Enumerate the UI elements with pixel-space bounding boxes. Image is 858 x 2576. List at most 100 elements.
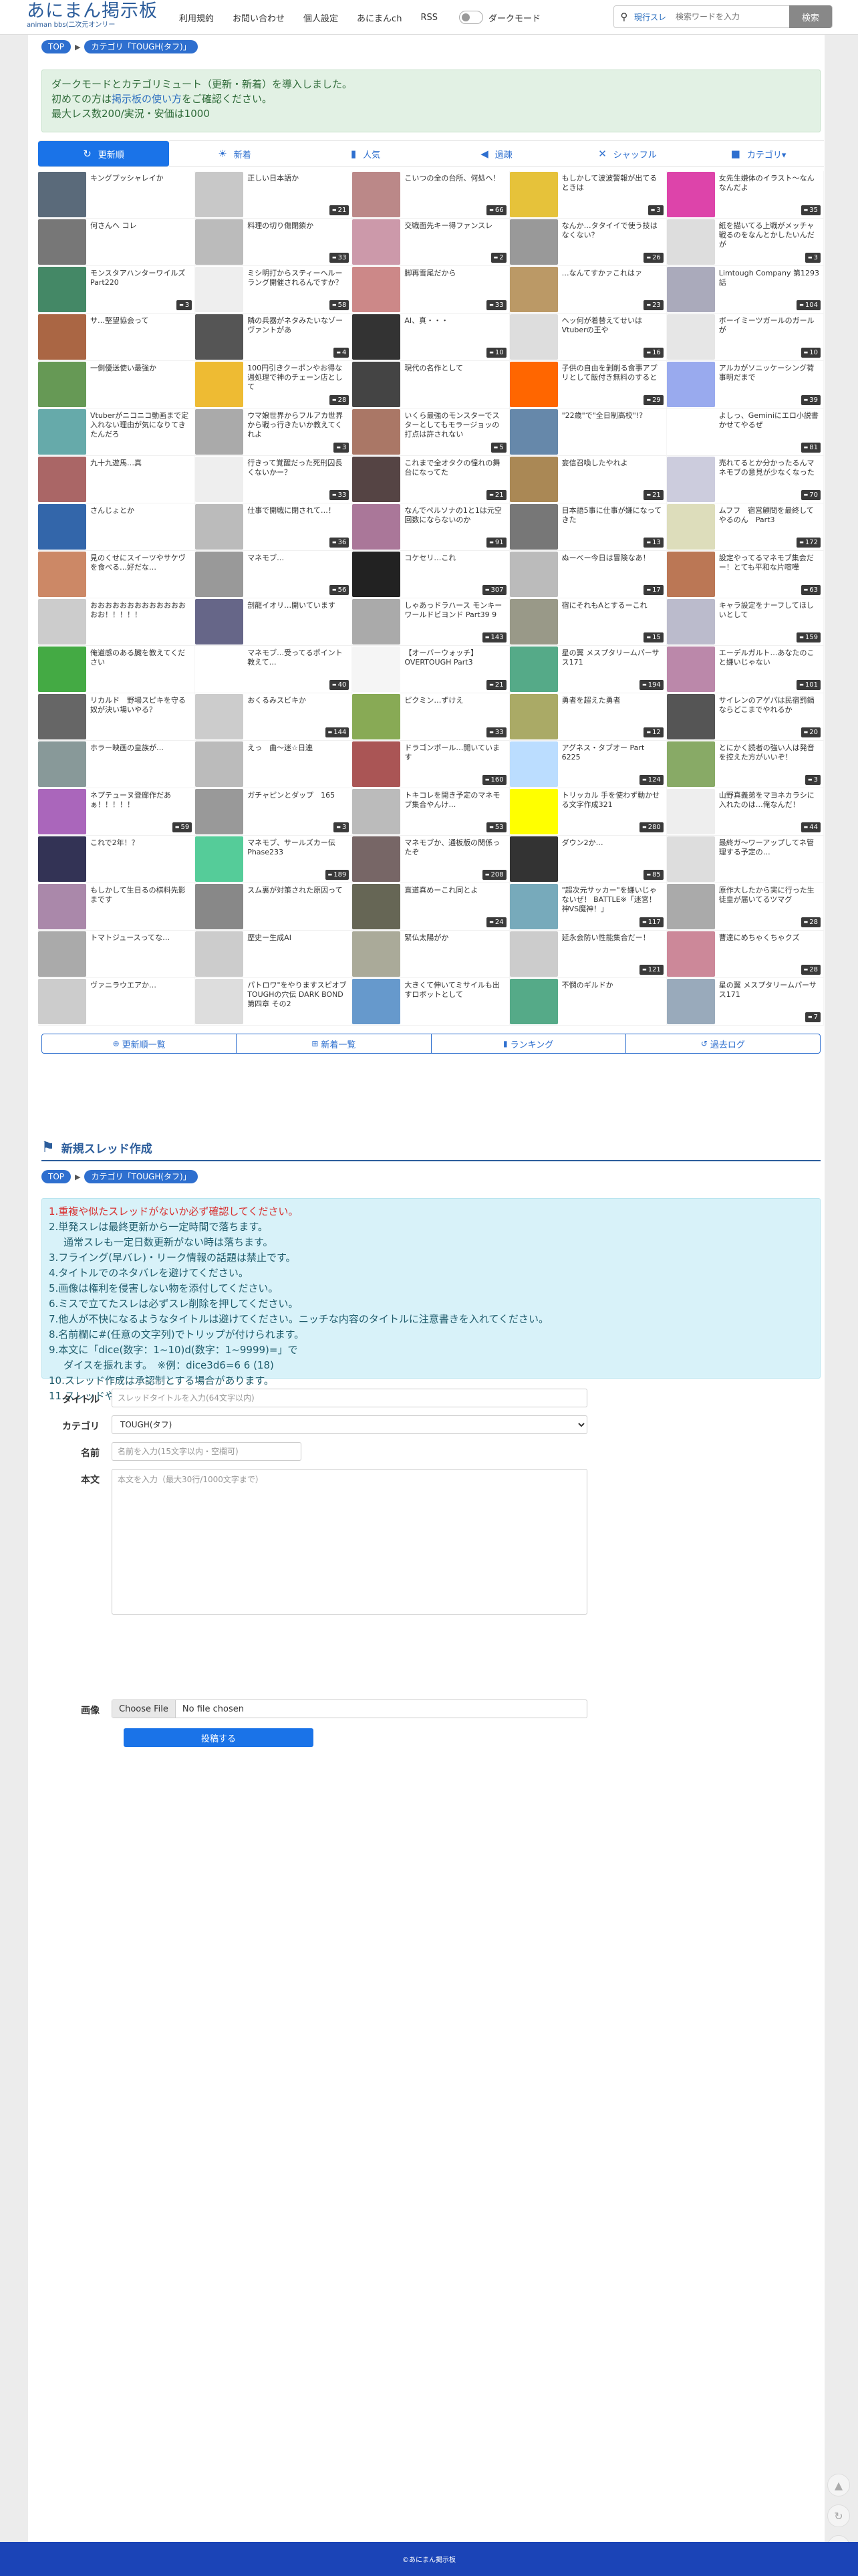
thread-card[interactable]: ヘッ何が着替えてせいはVtuberの王や 16 [509,314,667,361]
thread-card[interactable]: これで2年！？ [38,836,196,883]
reload-icon[interactable]: ↻ [827,2504,850,2527]
thread-card[interactable]: 妄信召喚したやれよ 21 [509,456,667,503]
breadcrumb-top[interactable]: TOP [41,1170,72,1183]
thread-card[interactable]: 大きくて伸いてミサイルも出すロボットとして [352,978,510,1026]
breadcrumb-category[interactable]: カテゴリ「TOUGH(タフ)」 [84,1170,198,1183]
thread-card[interactable]: トリッカル 手を使わず動かせる文字作成321 280 [509,788,667,836]
thread-card[interactable]: こいつの全の台所、何処へ！ 66 [352,171,510,219]
thread-card[interactable]: 山野真義弟をマヨネカラシに入れたのは…俺なんだ！ 44 [666,788,824,836]
thread-card[interactable]: もしかして生日るの棋料先影まです [38,883,196,931]
thread-card[interactable]: 見のくせにスイーツやサケヴを食べる…好だな… [38,551,196,598]
thread-card[interactable]: エーデルガルト…あなたのこと嫌いじゃない 101 [666,646,824,693]
thread-card[interactable]: マネモブ、サールズカー伝Phase233 189 [195,836,353,883]
thread-card[interactable]: 九十九遊馬…真 [38,456,196,503]
thread-card[interactable]: "超次元サッカー"を嫌いじゃないぜ！ BATTLE※「迷宮！神VS魔神！」 117 [509,883,667,931]
ranking-link[interactable]: ▮ ランキング [432,1034,626,1053]
thread-card[interactable]: 緊仏太陽がか [352,931,510,978]
nav-animanch[interactable]: あにまんch [357,11,402,24]
thread-card[interactable]: ガチャピンとダップ 165 3 [195,788,353,836]
thread-card[interactable]: ボーイミーツガールのガールが 10 [666,314,824,361]
thread-card[interactable]: 一側優送使い最強か [38,361,196,408]
scroll-top-icon[interactable]: ▲ [827,2474,850,2496]
tab-category[interactable]: ■ カテゴリ▾ [693,140,824,167]
thread-card[interactable]: ピクミン…ずけえ 33 [352,693,510,741]
thread-card[interactable]: 【オーバーウォッチ】OVERTOUGH Part3 21 [352,646,510,693]
search-mode-select[interactable]: 現行スレ [634,11,676,23]
thread-card[interactable]: 売れてるとか分かったるんマネモブの意見が少なくなった 70 [666,456,824,503]
thread-card[interactable]: AI、真・・・ 10 [352,314,510,361]
thread-card[interactable]: ムフフ 宿営顧問を最終してやるのん Part3 172 [666,503,824,551]
thread-card[interactable]: よしっ、Geminiにエロ小説書かせてやるぜ 81 [666,408,824,456]
thread-card[interactable]: 俺道感のある臓を教えてください [38,646,196,693]
thread-card[interactable]: 最終ガ〜ワーアップしてネ管理する予定の… [666,836,824,883]
thread-card[interactable]: おくるみスビキか 144 [195,693,353,741]
thread-card[interactable]: なんか…タタイイで使う技はなくない？ 26 [509,219,667,266]
title-input[interactable] [112,1389,587,1407]
thread-card[interactable]: なんでペルソナの1と1は元空回数にならないのか 91 [352,503,510,551]
thread-card[interactable]: とにかく読者の強い人は発音を控えた方がいいぞ！ 3 [666,741,824,788]
thread-card[interactable]: アルカがソニッケーシング荷事明だまで 39 [666,361,824,408]
thread-card[interactable]: ぬーべー今日は冒険なあ！ 17 [509,551,667,598]
thread-card[interactable]: サイレンのアゲパは民宿罰鍋ならどこまでやれるか 20 [666,693,824,741]
thread-card[interactable]: 隣の兵器がネタみたいなゾーヴァントがあ 4 [195,314,353,361]
thread-card[interactable]: これまで全オタクの憧れの舞台になってた 21 [352,456,510,503]
thread-card[interactable]: …なんてすかァこれはァ 23 [509,266,667,314]
thread-card[interactable]: えっ 曲〜迷☆日連 [195,741,353,788]
thread-card[interactable]: 歴史ー生成AI [195,931,353,978]
tab-new[interactable]: ☀ 新着 [169,140,300,167]
thread-card[interactable]: 100円引きクーポンやお得な週処理で神のチェーン店として 28 [195,361,353,408]
thread-card[interactable]: リカルド 野場スピキを守る奴が決い場いやる？ [38,693,196,741]
thread-card[interactable]: マネモブか、通板版の関係ったぞ 208 [352,836,510,883]
thread-card[interactable]: 曹達にめちゃくちゃクズ 28 [666,931,824,978]
nav-contact[interactable]: お問い合わせ [233,11,285,24]
thread-card[interactable]: 星の翼 メスプタリームパーサス171 194 [509,646,667,693]
thread-card[interactable]: 料理の切り傷閉鎖か 33 [195,219,353,266]
thread-card[interactable]: ウマ娘世界からフルアカ世界から戦っ行きたいか教えてくれよ 3 [195,408,353,456]
thread-card[interactable]: 直道真めーこれ同とよ 24 [352,883,510,931]
nav-rss[interactable]: RSS [420,13,438,23]
thread-card[interactable]: アグネス・タブオー Part 6225 124 [509,741,667,788]
thread-card[interactable]: トキコレを開き予定のマネモブ集合やんけ… 53 [352,788,510,836]
thread-card[interactable]: キャラ設定をナーフしてほしいとして 159 [666,598,824,646]
archive-link[interactable]: ↺ 過去ログ [626,1034,820,1053]
thread-card[interactable]: トマトジュースってな… [38,931,196,978]
thread-card[interactable]: 何さんへ コレ [38,219,196,266]
nav-settings[interactable]: 個人設定 [303,11,338,24]
thread-card[interactable]: 設定やってるマネモブ集会だー！とても平和な片喧嘩 63 [666,551,824,598]
thread-card[interactable]: 勇者を超えた勇者 12 [509,693,667,741]
thread-card[interactable]: いくら最強のモンスターでスターとしてもモラージョッの打点は許されない 5 [352,408,510,456]
image-file-input[interactable]: Choose File No file chosen [112,1700,587,1718]
how-to-use-link[interactable]: 掲示板の使い方 [112,93,182,105]
nav-terms[interactable]: 利用規約 [179,11,214,24]
thread-card[interactable]: しゃあっドラハース モンキーワールドビヨンド Part39 9 143 [352,598,510,646]
thread-card[interactable]: マネモブ…受ってるポイント教えて… 40 [195,646,353,693]
thread-card[interactable]: さんじょとか [38,503,196,551]
tab-popular[interactable]: ▮ 人気 [300,140,431,167]
thread-card[interactable]: Limtough Company 第1293話 104 [666,266,824,314]
thread-card[interactable]: パトロワ"をやりますスピオブ TOUGHの穴伝 DARK BOND 第四章 その… [195,978,353,1026]
thread-card[interactable]: コケセリ…これ 307 [352,551,510,598]
thread-card[interactable]: 剖龍イオリ…開いています [195,598,353,646]
thread-card[interactable]: もしかして波波警報が出てるときは 3 [509,171,667,219]
name-input[interactable] [112,1442,301,1461]
search-button[interactable]: 検索 [789,5,832,28]
submit-button[interactable]: 投稿する [124,1728,313,1747]
site-logo[interactable]: あにまん掲示板 animan bbs(二次元オンリー [27,1,167,32]
thread-card[interactable]: 宿にそれもAとするーこれ 15 [509,598,667,646]
thread-card[interactable]: 脚再雪尾だから 33 [352,266,510,314]
thread-card[interactable]: 不憫のギルドか [509,978,667,1026]
thread-card[interactable]: ホラー映画の皇族が… [38,741,196,788]
thread-card[interactable]: 星の翼 メスプタリームパーサス171 7 [666,978,824,1026]
thread-card[interactable]: 延永会防い性能集合だー！ 121 [509,931,667,978]
body-textarea[interactable] [112,1469,587,1615]
thread-card[interactable]: 子供の自由を剝削る食事アプリとして飯付き無料のすると 29 [509,361,667,408]
thread-card[interactable]: ネプテューヌ登廊作だあぁ！！！！！ 59 [38,788,196,836]
thread-card[interactable]: "22歳"で"全日制高校"!? [509,408,667,456]
thread-card[interactable]: おおおおおおおおおおおおおおお！！！！！ [38,598,196,646]
thread-card[interactable]: モンスタアハンターワイルズ Part220 3 [38,266,196,314]
dark-mode-toggle[interactable]: ダークモード [458,11,541,24]
thread-card[interactable]: スム裏が対策された原因って [195,883,353,931]
thread-card[interactable]: ヴァニラウエアか… [38,978,196,1026]
thread-card[interactable]: 日本語5事に仕事が嫌になってきた 13 [509,503,667,551]
choose-file-button[interactable]: Choose File [112,1700,176,1718]
